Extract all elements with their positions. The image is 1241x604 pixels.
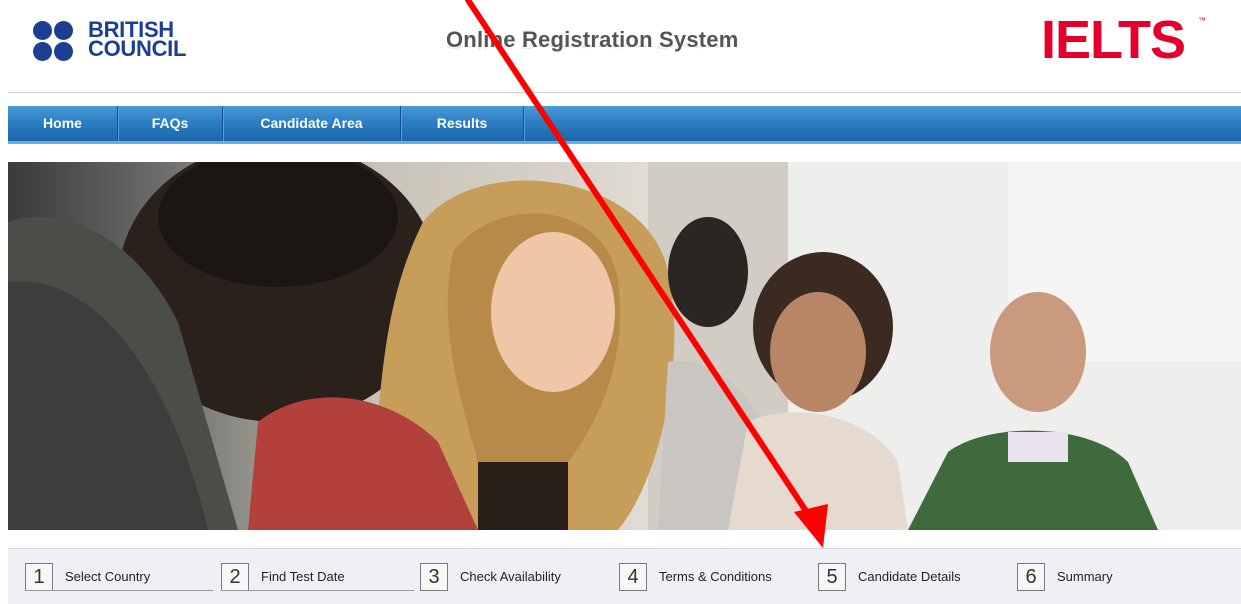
british-council-logo[interactable]: BRITISH COUNCIL [33, 18, 203, 64]
step-label: Check Availability [460, 569, 561, 584]
step-label: Candidate Details [858, 569, 961, 584]
ielts-trademark: ™ [1198, 16, 1206, 25]
step-underline [221, 590, 414, 591]
main-nav: Home FAQs Candidate Area Results [8, 106, 1241, 144]
step-underline [25, 590, 213, 591]
step-number: 2 [221, 563, 249, 591]
step-number: 6 [1017, 563, 1045, 591]
nav-candidate-area[interactable]: Candidate Area [223, 106, 401, 141]
ielts-logo[interactable]: IELTS [1041, 13, 1186, 67]
step-number: 3 [420, 563, 448, 591]
british-council-wordmark: BRITISH COUNCIL [88, 17, 187, 61]
step-number: 4 [619, 563, 647, 591]
site-header: BRITISH COUNCIL Online Registration Syst… [0, 0, 1241, 92]
step-number: 5 [818, 563, 846, 591]
nav-faqs[interactable]: FAQs [118, 106, 223, 141]
registration-steps: 1 Select Country 2 Find Test Date 3 Chec… [8, 548, 1241, 604]
hero-image [8, 162, 1241, 530]
nav-home[interactable]: Home [8, 106, 118, 141]
students-photo-icon [8, 162, 1241, 530]
page-title-reflection: Online Registration System [446, 44, 734, 51]
step-number: 1 [25, 563, 53, 591]
header-divider [8, 92, 1241, 93]
step-label: Select Country [65, 569, 151, 584]
step-label: Summary [1057, 569, 1113, 584]
british-council-dots-icon [33, 21, 83, 61]
step-label: Find Test Date [261, 569, 345, 584]
step-label: Terms & Conditions [659, 569, 772, 584]
nav-results[interactable]: Results [401, 106, 524, 141]
